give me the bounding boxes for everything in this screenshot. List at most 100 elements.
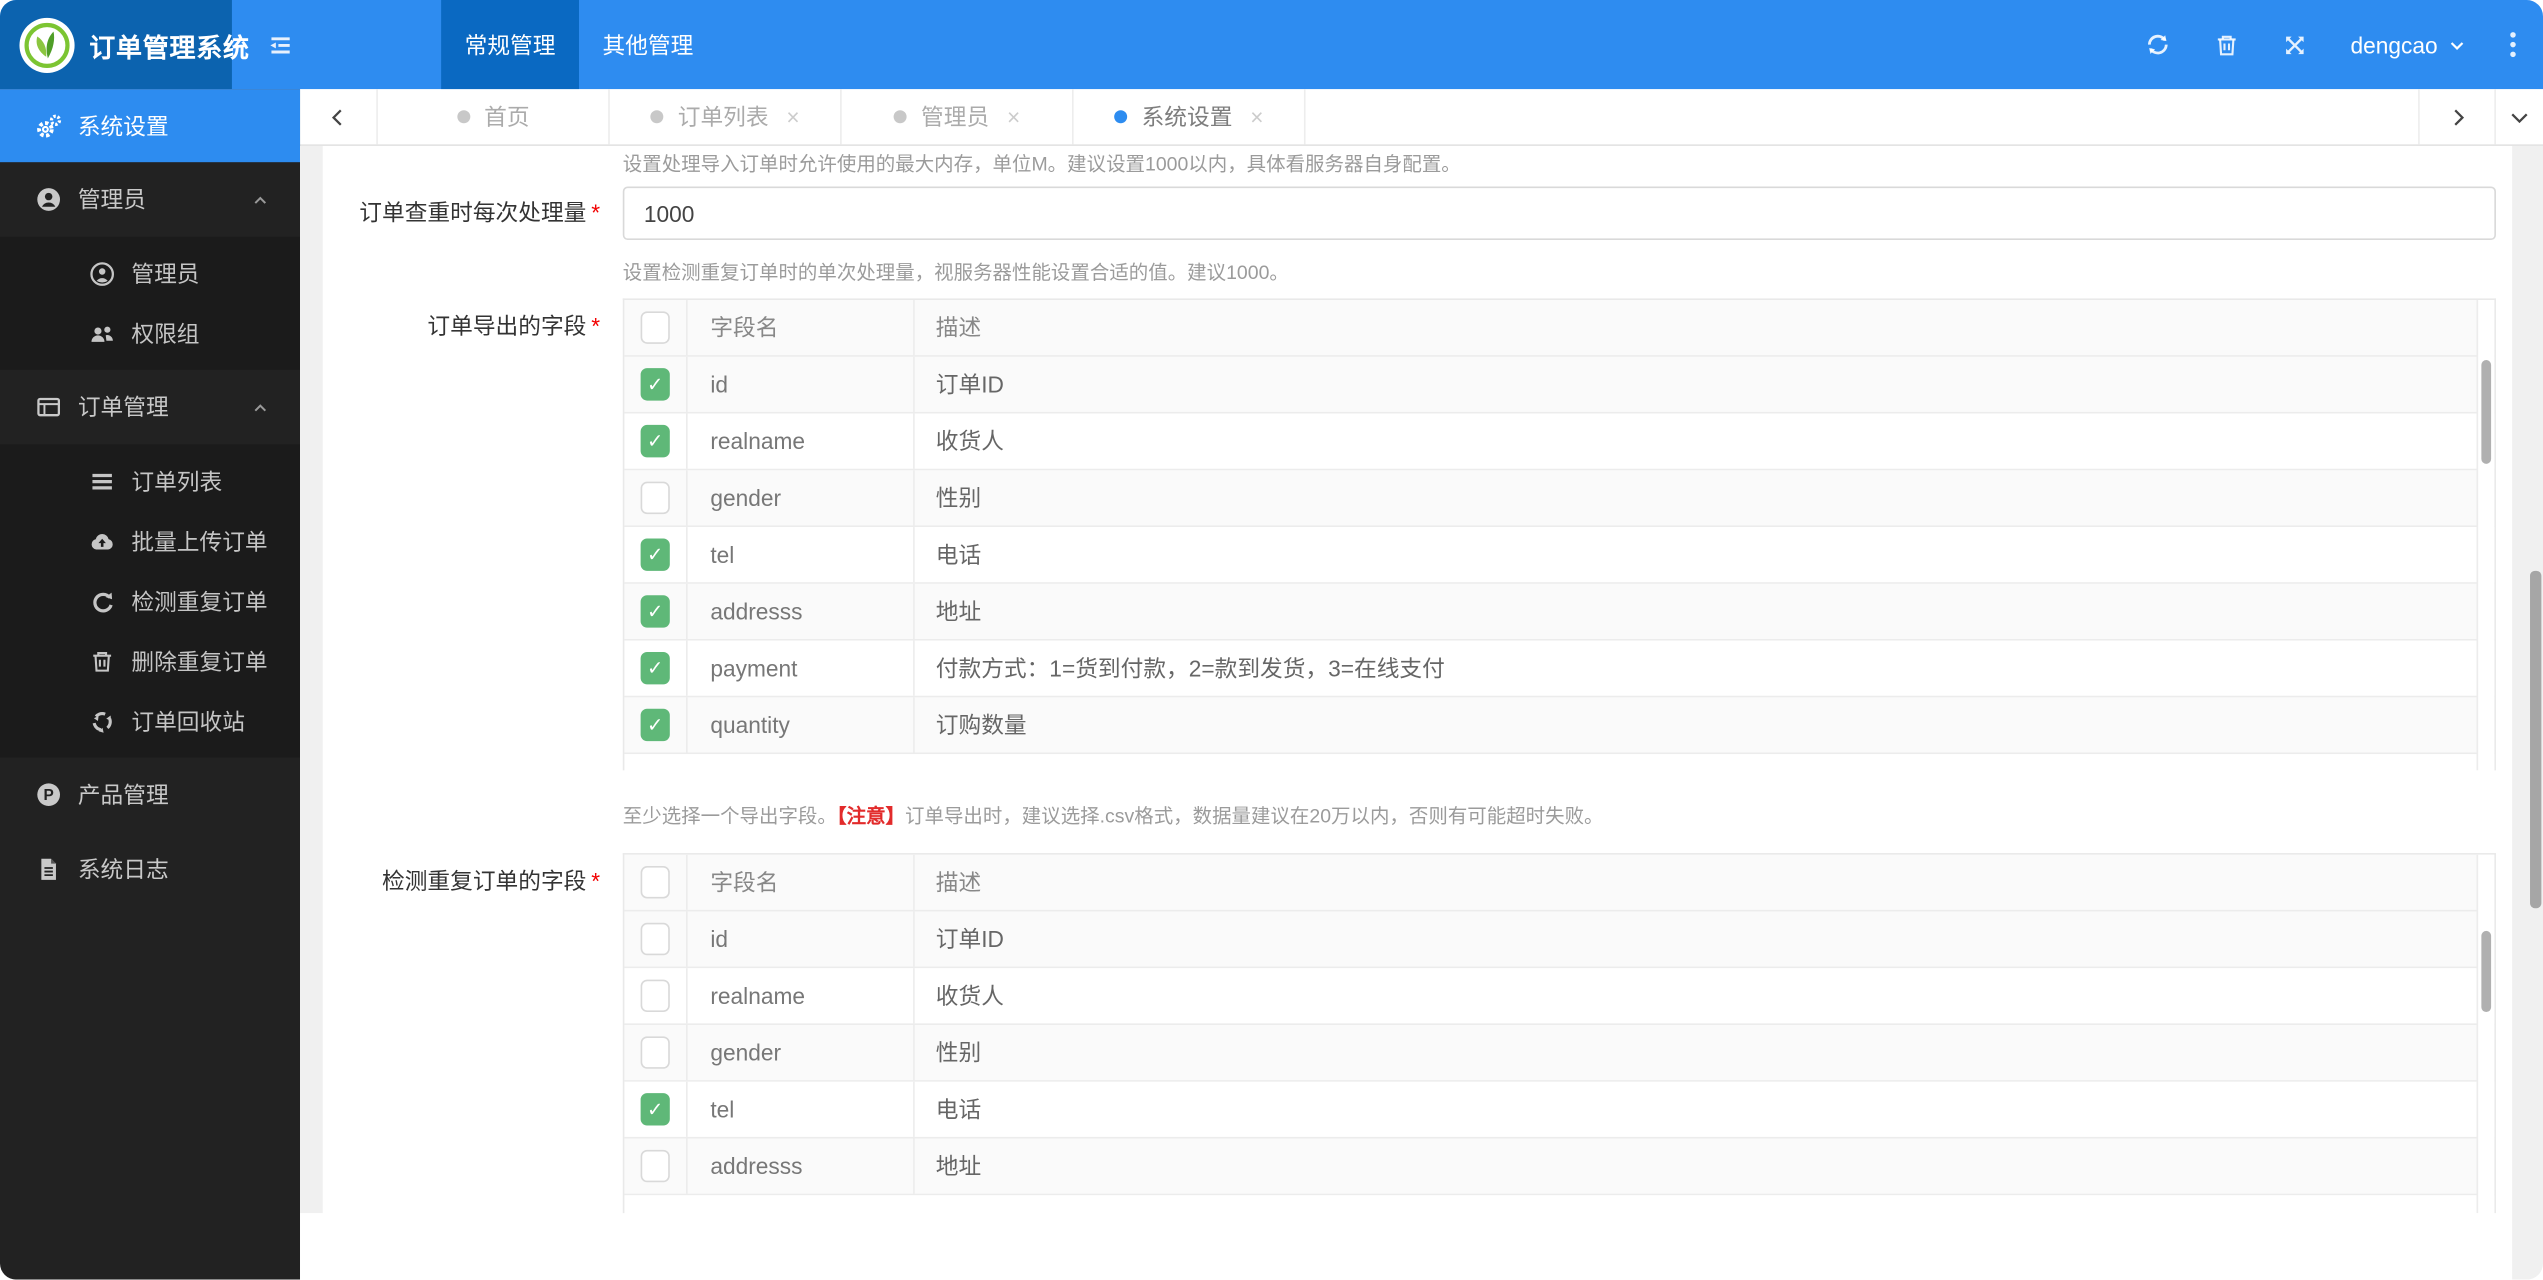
sidebar-group-admin[interactable]: 管理员 xyxy=(0,162,300,237)
sidebar-item-label: 删除重复订单 xyxy=(131,647,268,674)
row-checkbox[interactable] xyxy=(640,424,670,458)
header-nav-general[interactable]: 常规管理 xyxy=(441,0,579,90)
refresh-icon[interactable] xyxy=(2144,31,2172,59)
sidebar-item-system-log[interactable]: 系统日志 xyxy=(0,832,300,907)
gears-icon xyxy=(36,113,62,139)
column-header-field: 字段名 xyxy=(686,300,913,356)
table-row: payment 付款方式：1=货到付款，2=款到发货，3=在线支付 xyxy=(624,640,2495,698)
field-desc: 电话 xyxy=(913,527,2494,583)
tab-close-icon[interactable]: × xyxy=(1007,105,1020,128)
field-name: gender xyxy=(686,470,913,526)
row-checkbox[interactable] xyxy=(640,1036,670,1069)
field-desc: 性别 xyxy=(913,1024,2494,1081)
leaf-logo-icon xyxy=(19,17,75,73)
table-row: id 订单ID xyxy=(624,356,2495,414)
select-all-checkbox[interactable] xyxy=(640,311,670,344)
field-name: id xyxy=(686,356,913,412)
field-desc: 电话 xyxy=(913,1081,2494,1137)
table-row: gender 性别 xyxy=(624,1024,2495,1082)
column-header-desc: 描述 xyxy=(913,300,2494,356)
row-checkbox[interactable] xyxy=(640,979,670,1013)
users-group-icon xyxy=(89,320,115,346)
row-checkbox[interactable] xyxy=(640,922,670,956)
sidebar-item-system-settings[interactable]: 系统设置 xyxy=(0,89,301,163)
table-row: realname 收货人 xyxy=(624,413,2495,471)
select-all-checkbox[interactable] xyxy=(640,866,670,899)
sidebar-item-label: 订单回收站 xyxy=(131,707,245,734)
sidebar-item-label: 产品管理 xyxy=(77,781,169,808)
row-checkbox[interactable] xyxy=(640,368,670,401)
user-menu[interactable]: dengcao xyxy=(2350,32,2466,58)
required-asterisk: * xyxy=(591,313,601,339)
sidebar-submenu-orders: 订单列表 批量上传订单 检测重复订单 删除重复订单 订单回收站 xyxy=(0,444,301,758)
table-row: tel 电话 xyxy=(624,527,2495,584)
tab-order-list[interactable]: 订单列表 × xyxy=(610,89,842,145)
sidebar-item-permission-group[interactable]: 权限组 xyxy=(0,303,300,363)
tabs-scroll-left-button[interactable] xyxy=(300,89,378,145)
sidebar-item-detect-duplicates[interactable]: 检测重复订单 xyxy=(0,571,300,631)
table-scrollbar-thumb[interactable] xyxy=(2481,360,2492,464)
tabs-dropdown-button[interactable] xyxy=(2494,89,2543,145)
row-checkbox[interactable] xyxy=(640,1149,670,1183)
row-checkbox[interactable] xyxy=(640,1093,670,1126)
table-row: tel 电话 xyxy=(624,1081,2495,1139)
row-checkbox[interactable] xyxy=(640,538,670,571)
tab-close-icon[interactable]: × xyxy=(786,105,799,128)
sidebar-item-label: 批量上传订单 xyxy=(131,527,268,554)
sidebar-item-delete-duplicates[interactable]: 删除重复订单 xyxy=(0,631,300,691)
batch-size-input[interactable] xyxy=(622,186,2496,241)
sidebar-item-products[interactable]: P 产品管理 xyxy=(0,757,300,832)
tabs-scroll-right-button[interactable] xyxy=(2418,89,2494,145)
field-name: addresss xyxy=(686,583,913,639)
tab-home[interactable]: 首页 xyxy=(378,89,610,145)
table-header-row: 字段名 描述 xyxy=(624,300,2495,357)
sidebar-item-label: 权限组 xyxy=(131,320,200,347)
tab-system-settings[interactable]: 系统设置 × xyxy=(1074,89,1306,145)
table-row: realname 收货人 xyxy=(624,968,2495,1025)
field-desc: 订单ID xyxy=(913,911,2494,967)
tab-admin[interactable]: 管理员 × xyxy=(842,89,1074,145)
refresh-c-icon xyxy=(89,588,115,614)
table-row: gender 性别 xyxy=(624,470,2495,528)
page-scrollbar-thumb[interactable] xyxy=(2530,570,2542,909)
header-nav: 常规管理 其他管理 xyxy=(441,0,717,90)
sidebar-item-admin[interactable]: 管理员 xyxy=(0,243,300,303)
table-scrollbar-track[interactable] xyxy=(2476,300,2495,771)
sidebar-item-order-recycle[interactable]: 订单回收站 xyxy=(0,691,300,751)
sidebar-group-orders[interactable]: 订单管理 xyxy=(0,370,300,445)
tab-dot xyxy=(650,110,664,124)
table-scrollbar-track[interactable] xyxy=(2476,854,2495,1214)
kebab-menu-icon[interactable] xyxy=(2509,31,2517,59)
user-icon xyxy=(36,187,62,213)
sidebar-group-label: 订单管理 xyxy=(77,394,169,421)
tab-label: 首页 xyxy=(484,103,530,130)
sidebar-item-order-list[interactable]: 订单列表 xyxy=(0,451,300,511)
fullscreen-icon[interactable] xyxy=(2282,32,2308,58)
detect-fields-label: 检测重复订单的字段 * xyxy=(382,867,601,894)
field-desc: 收货人 xyxy=(913,413,2494,469)
tab-close-icon[interactable]: × xyxy=(1250,105,1263,128)
table-scrollbar-thumb[interactable] xyxy=(2481,930,2492,1013)
sidebar-collapse-button[interactable] xyxy=(232,0,329,89)
username: dengcao xyxy=(2350,31,2438,58)
sidebar: 系统设置 管理员 管理员 权限组 订单管理 订单列表 批量上传订单 检测重复订单… xyxy=(0,89,301,1280)
export-fields-table: 字段名 描述 id 订单ID realname 收货人 gender 性别 xyxy=(622,298,2496,771)
sidebar-submenu-admin: 管理员 权限组 xyxy=(0,236,301,370)
page-scrollbar-track[interactable] xyxy=(2512,145,2543,1280)
field-name: realname xyxy=(686,968,913,1024)
table-row-partial xyxy=(624,754,2495,771)
column-header-desc: 描述 xyxy=(913,854,2494,910)
note-warn-text: 【注意】 xyxy=(836,804,906,828)
field-desc: 收货人 xyxy=(913,968,2494,1024)
sidebar-item-label: 系统设置 xyxy=(77,112,169,139)
trash-icon[interactable] xyxy=(2214,32,2240,58)
header-nav-other[interactable]: 其他管理 xyxy=(579,0,717,89)
field-name: quantity xyxy=(686,697,913,753)
field-name: realname xyxy=(686,413,913,469)
row-checkbox[interactable] xyxy=(640,595,670,628)
row-checkbox[interactable] xyxy=(640,481,670,515)
row-checkbox[interactable] xyxy=(640,708,670,742)
sidebar-item-batch-upload[interactable]: 批量上传订单 xyxy=(0,511,300,571)
row-checkbox[interactable] xyxy=(640,651,670,685)
sidebar-item-label: 订单列表 xyxy=(131,467,223,494)
